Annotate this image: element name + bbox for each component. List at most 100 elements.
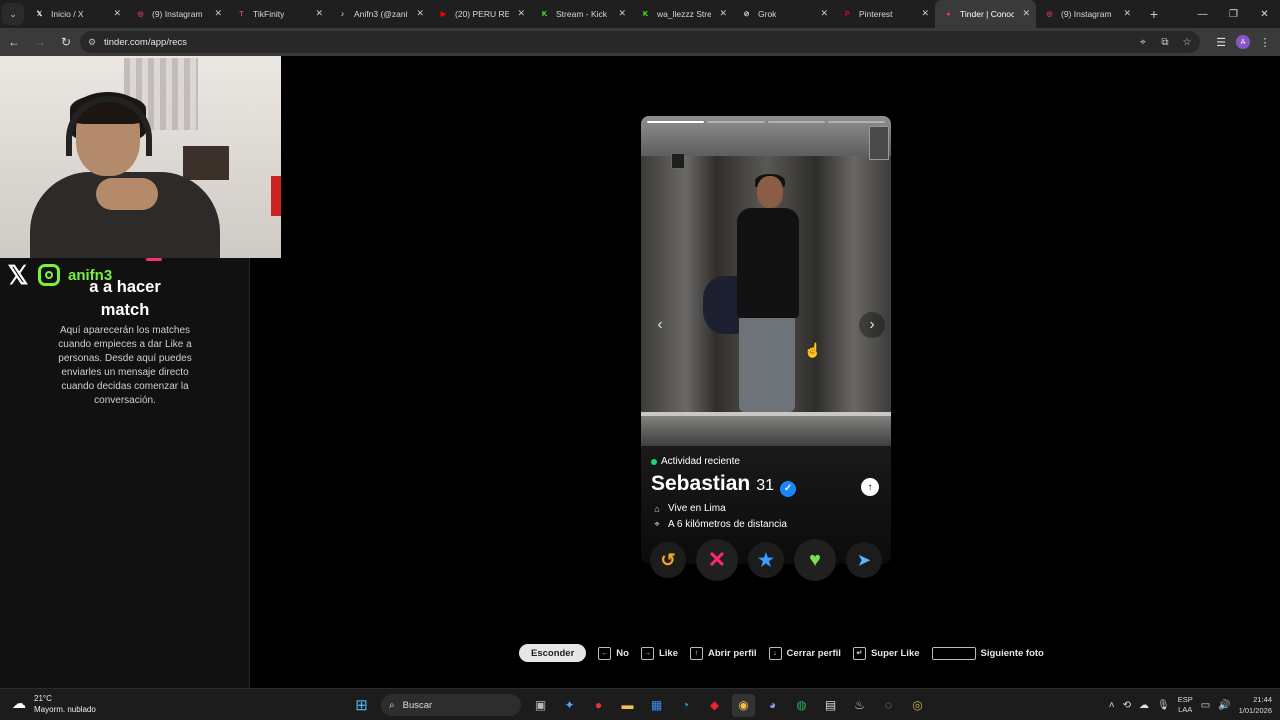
tab-close-icon[interactable]: ✕	[820, 8, 828, 19]
browser-tab[interactable]: ⊘ Grok ✕	[733, 0, 834, 28]
tab-close-icon[interactable]: ✕	[517, 8, 525, 19]
browser-tab[interactable]: K Stream - Kick D ✕	[531, 0, 632, 28]
windows-start-icon[interactable]: ⊞	[350, 694, 373, 717]
clock[interactable]: 21:44 1/01/2026	[1239, 694, 1272, 716]
copilot-icon[interactable]: ✦	[558, 694, 581, 717]
shortcut-open-label: Abrir perfil	[707, 647, 757, 659]
profile-avatar[interactable]: A	[1236, 35, 1250, 49]
hide-shortcuts-button[interactable]: Esconder	[519, 644, 587, 662]
photo-progress-segment[interactable]	[647, 121, 705, 123]
activity-label: Actividad reciente	[661, 456, 740, 467]
open-profile-button[interactable]: ↑	[861, 478, 879, 496]
shelf-box	[183, 146, 229, 180]
tab-close-icon[interactable]: ✕	[113, 8, 121, 19]
tab-close-icon[interactable]: ✕	[315, 8, 323, 19]
tab-close-icon[interactable]: ✕	[214, 8, 222, 19]
browser-tab[interactable]: Kwa_llezzz Strea ✕	[632, 0, 733, 28]
browser-tab[interactable]: P Pinterest ✕	[834, 0, 935, 28]
photo-progress-segment[interactable]	[707, 121, 765, 123]
reload-button[interactable]: ↻	[54, 30, 78, 54]
arrow-left-icon: ←	[8, 35, 20, 49]
url-text[interactable]: tinder.com/app/recs	[104, 37, 187, 48]
location-icon[interactable]: ⌖	[1136, 34, 1150, 50]
profile-card[interactable]: ‹ › ☝ Actividad reciente Sebastian 31 ✓ …	[641, 116, 891, 564]
prev-photo-button[interactable]: ‹	[647, 312, 673, 338]
browser-tab[interactable]: T TikFinity ✕	[228, 0, 329, 28]
tray-app-icon[interactable]: ⟲	[1123, 700, 1131, 711]
file-explorer-icon[interactable]: ▬	[616, 694, 639, 717]
app-red-icon[interactable]: ●	[587, 694, 610, 717]
boost-button[interactable]: ➤	[846, 542, 882, 578]
browser-tab[interactable]: ◎ (9) Instagram ✕	[127, 0, 228, 28]
site-info-icon[interactable]: ⚙	[86, 36, 98, 48]
discord-icon[interactable]: ◕	[761, 694, 784, 717]
task-view-icon[interactable]: ▣	[529, 694, 552, 717]
browser-tab[interactable]: ▶ (20) PERU REW ✕	[430, 0, 531, 28]
bookmark-star-icon[interactable]: ☆	[1180, 34, 1194, 50]
weather-widget[interactable]: ☁ 21°C Mayorm. nublado	[12, 693, 96, 715]
tab-close-icon[interactable]: ✕	[1123, 8, 1131, 19]
browser-tab[interactable]: ♪ Anifn3 (@zanif ✕	[329, 0, 430, 28]
taskbar-search[interactable]: ⌕ Buscar	[381, 694, 521, 716]
temperature: 21°C	[34, 694, 52, 703]
profile-photo[interactable]: ‹ › ☝	[641, 116, 891, 446]
location-pin-icon: ⌖	[654, 519, 660, 529]
spotify-icon[interactable]: ◍	[790, 694, 813, 717]
tab-groups-icon[interactable]: ☰	[1212, 31, 1230, 53]
restore-button[interactable]: ❐	[1218, 0, 1249, 28]
person-torso	[737, 208, 799, 318]
next-photo-button[interactable]: ›	[859, 312, 885, 338]
new-tab-button[interactable]: +	[1143, 3, 1165, 25]
epic-games-icon[interactable]: ▤	[819, 694, 842, 717]
rewind-button[interactable]: ↺	[650, 542, 686, 578]
verified-badge-icon[interactable]: ✓	[780, 480, 797, 497]
back-button[interactable]: ←	[2, 30, 26, 54]
shortcut-super: ↵ Super Like	[852, 646, 920, 660]
forward-button[interactable]: →	[28, 30, 52, 54]
install-app-icon[interactable]: ⧉	[1158, 34, 1172, 50]
store-icon[interactable]: ▦	[645, 694, 668, 717]
minimize-button[interactable]: —	[1187, 0, 1218, 28]
up-key-icon: ↑	[689, 646, 703, 660]
browser-tab[interactable]: 𝕏 Inicio / X ✕	[26, 0, 127, 28]
arrow-up-icon: ↑	[867, 481, 873, 493]
obs-icon[interactable]: ◌	[877, 694, 900, 717]
microphone-icon[interactable]: 🎙	[1157, 700, 1170, 711]
chevron-up-icon[interactable]: ˄	[1109, 700, 1115, 711]
active-tab-indicator	[146, 258, 162, 261]
chrome-icon[interactable]: ◉	[732, 693, 755, 717]
tab-search-button[interactable]: ⌄	[2, 3, 24, 25]
send-icon: ➤	[857, 552, 871, 569]
tab-close-icon[interactable]: ✕	[1022, 8, 1030, 19]
tab-close-icon[interactable]: ✕	[618, 8, 626, 19]
photo-progress-segment[interactable]	[827, 121, 885, 123]
edge-icon[interactable]: ◔	[674, 694, 697, 717]
tikfinity-icon: T	[239, 10, 244, 18]
onedrive-icon[interactable]: ☁	[1139, 700, 1149, 711]
display-icon[interactable]: ▭	[1201, 700, 1210, 711]
arrow-right-icon: →	[34, 35, 46, 49]
language-indicator[interactable]: ESP LAA	[1178, 695, 1193, 715]
browser-tab[interactable]: ◎ (9) Instagram ✕	[1036, 0, 1137, 28]
address-bar[interactable]: ⚙ tinder.com/app/recs ⌖ ⧉ ☆	[80, 31, 1200, 53]
browser-tab[interactable]: ● Tinder | Conoc ✕	[935, 0, 1036, 28]
nope-button[interactable]: ✕	[696, 539, 738, 581]
tab-label: Stream - Kick D	[556, 9, 610, 19]
like-button[interactable]: ♥	[794, 539, 836, 581]
super-like-button[interactable]: ★	[748, 542, 784, 578]
steam-icon[interactable]: ♨	[848, 694, 871, 717]
browser-toolbar: ← → ↻ ⚙ tinder.com/app/recs ⌖ ⧉ ☆ ☰ A ⋮	[0, 28, 1280, 56]
tab-close-icon[interactable]: ✕	[416, 8, 424, 19]
app-red-logo-icon[interactable]: ◆	[703, 694, 726, 717]
photo-progress-segment[interactable]	[767, 121, 825, 123]
tab-label: Anifn3 (@zanif	[354, 9, 408, 19]
tab-label: Grok	[758, 9, 777, 19]
window-close-button[interactable]: ✕	[1249, 0, 1280, 28]
elevator-rail	[641, 412, 891, 416]
app-yellow-icon[interactable]: ◎	[906, 694, 929, 717]
tab-close-icon[interactable]: ✕	[719, 8, 727, 19]
tab-label: (9) Instagram	[1061, 9, 1112, 19]
tab-close-icon[interactable]: ✕	[921, 8, 929, 19]
menu-kebab-icon[interactable]: ⋮	[1256, 31, 1274, 53]
volume-icon[interactable]: 🔊	[1218, 700, 1230, 711]
